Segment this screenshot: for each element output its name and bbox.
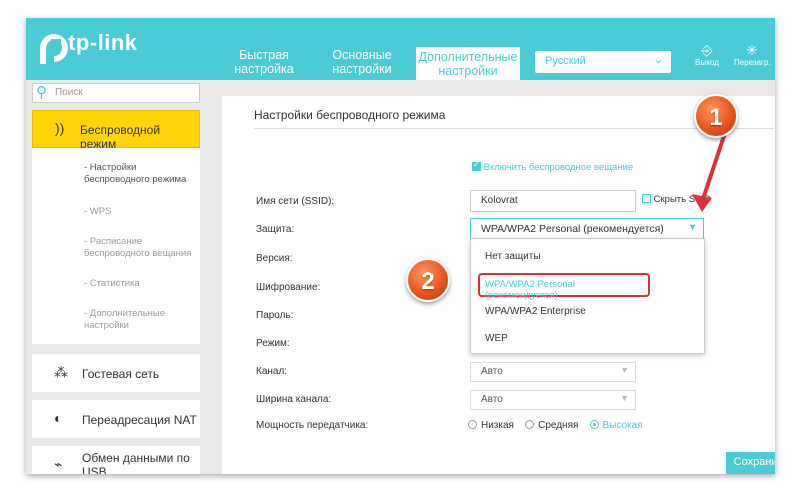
dropdown-arrow-icon: ▼ [620, 393, 629, 403]
password-label: Пароль: [256, 310, 294, 321]
checkbox-icon [642, 194, 651, 203]
submenu-advanced[interactable]: - Дополнительные настройки [84, 308, 165, 332]
version-label: Версия: [256, 253, 293, 264]
search-icon: ⚲ [36, 84, 47, 101]
language-value: Русский [545, 55, 586, 67]
section-divider [254, 128, 774, 129]
dropdown-arrow-icon: ▼ [620, 365, 629, 375]
sidebar-item-label: Беспроводной режим [80, 123, 161, 151]
ssid-label: Имя сети (SSID): [256, 196, 335, 207]
option-wpa-enterprise[interactable]: WPA/WPA2 Enterprise [485, 306, 586, 317]
option-wep[interactable]: WEP [485, 333, 508, 344]
brand-name: tp-link [68, 30, 138, 55]
sidebar-item-nat[interactable]: ◐ Переадресация NAT [32, 400, 200, 438]
tx-power-label: Мощность передатчика: [256, 420, 369, 431]
sidebar-item-guest[interactable]: ⁂ Гостевая сеть [32, 354, 200, 392]
power-low-radio[interactable]: Низкая [468, 420, 514, 431]
sidebar-item-usb[interactable]: ⌁ Обмен данными по USB [32, 446, 200, 474]
sidebar: ⚲ Поиск )) Беспроводной режим - Настройк… [26, 80, 210, 474]
mode-label: Режим: [256, 338, 290, 349]
logout-icon: ⎆ [701, 42, 713, 58]
tab-basic[interactable]: Основные настройки [326, 48, 398, 76]
reboot-button[interactable]: ✳ Перезагр. [734, 42, 771, 67]
option-no-security[interactable]: Нет защиты [485, 251, 541, 262]
step-badge-2: 2 [406, 258, 450, 302]
reboot-label: Перезагр. [734, 58, 771, 67]
save-button[interactable]: Сохранить [726, 452, 775, 474]
tx-power-radio-group: Низкая Средняя Высокая [468, 420, 643, 431]
guests-icon: ⁂ [54, 364, 68, 380]
encryption-label: Шифрование: [256, 282, 321, 293]
logout-label: Выход [695, 58, 719, 67]
submenu-wireless-settings[interactable]: - Настройки беспроводного режима [84, 162, 186, 186]
submenu-statistics[interactable]: - Статистика [84, 278, 140, 290]
sidebar-item-label: Переадресация NAT [82, 413, 197, 427]
channel-select[interactable]: Авто ▼ [470, 362, 636, 382]
channel-width-select[interactable]: Авто ▼ [470, 390, 636, 410]
power-medium-radio[interactable]: Средняя [525, 420, 578, 431]
section-title: Настройки беспроводного режима [254, 108, 446, 122]
top-header: tp-link Быстрая настройка Основные настр… [26, 18, 775, 80]
channel-width-value: Авто [481, 394, 503, 405]
enable-broadcast-checkbox[interactable]: Включить беспроводное вещание [472, 160, 634, 173]
search-input[interactable]: ⚲ Поиск [32, 83, 200, 103]
option-wpa-personal[interactable]: WPA/WPA2 Personal (рекомендуется) [478, 273, 650, 301]
security-select[interactable]: WPA/WPA2 Personal (рекомендуется) ▼ [470, 218, 704, 240]
sidebar-item-label: Обмен данными по USB [82, 451, 190, 474]
search-placeholder: Поиск [55, 87, 83, 98]
enable-broadcast-label: Включить беспроводное вещание [483, 162, 634, 173]
channel-value: Авто [481, 366, 503, 377]
checkbox-checked-icon [472, 160, 481, 171]
submenu-wps[interactable]: - WPS [84, 206, 111, 218]
channel-width-label: Ширина канала: [256, 394, 332, 405]
sidebar-item-label: Гостевая сеть [82, 367, 160, 381]
usb-icon: ⌁ [54, 456, 63, 472]
sidebar-item-wireless[interactable]: )) Беспроводной режим [32, 110, 200, 151]
ssid-input[interactable]: Kolovrat [470, 190, 636, 212]
submenu-schedule[interactable]: - Расписание беспроводного вещания [84, 236, 191, 260]
wireless-submenu: - Настройки беспроводного режима - WPS -… [32, 148, 200, 344]
language-select[interactable]: Русский ⌄ [535, 51, 671, 73]
tab-advanced[interactable]: Дополнительные настройки [416, 47, 520, 80]
annotation-arrow [692, 134, 726, 212]
wifi-icon: )) [55, 120, 65, 136]
reboot-icon: ✳ [746, 42, 758, 58]
power-high-radio[interactable]: Высокая [589, 420, 643, 431]
channel-label: Канал: [256, 366, 288, 377]
chevron-down-icon: ⌄ [653, 54, 663, 66]
step-badge-1: 1 [694, 94, 738, 138]
logout-button[interactable]: ⎆ Выход [689, 42, 725, 67]
tab-quick-setup[interactable]: Быстрая настройка [232, 48, 296, 76]
nat-icon: ◐ [54, 410, 63, 426]
security-value: WPA/WPA2 Personal (рекомендуется) [481, 223, 664, 235]
security-label: Защита: [256, 224, 295, 235]
dropdown-arrow-icon: ▼ [688, 222, 697, 232]
security-dropdown-list: Нет защиты WPA/WPA2 Personal (рекомендуе… [470, 238, 705, 354]
